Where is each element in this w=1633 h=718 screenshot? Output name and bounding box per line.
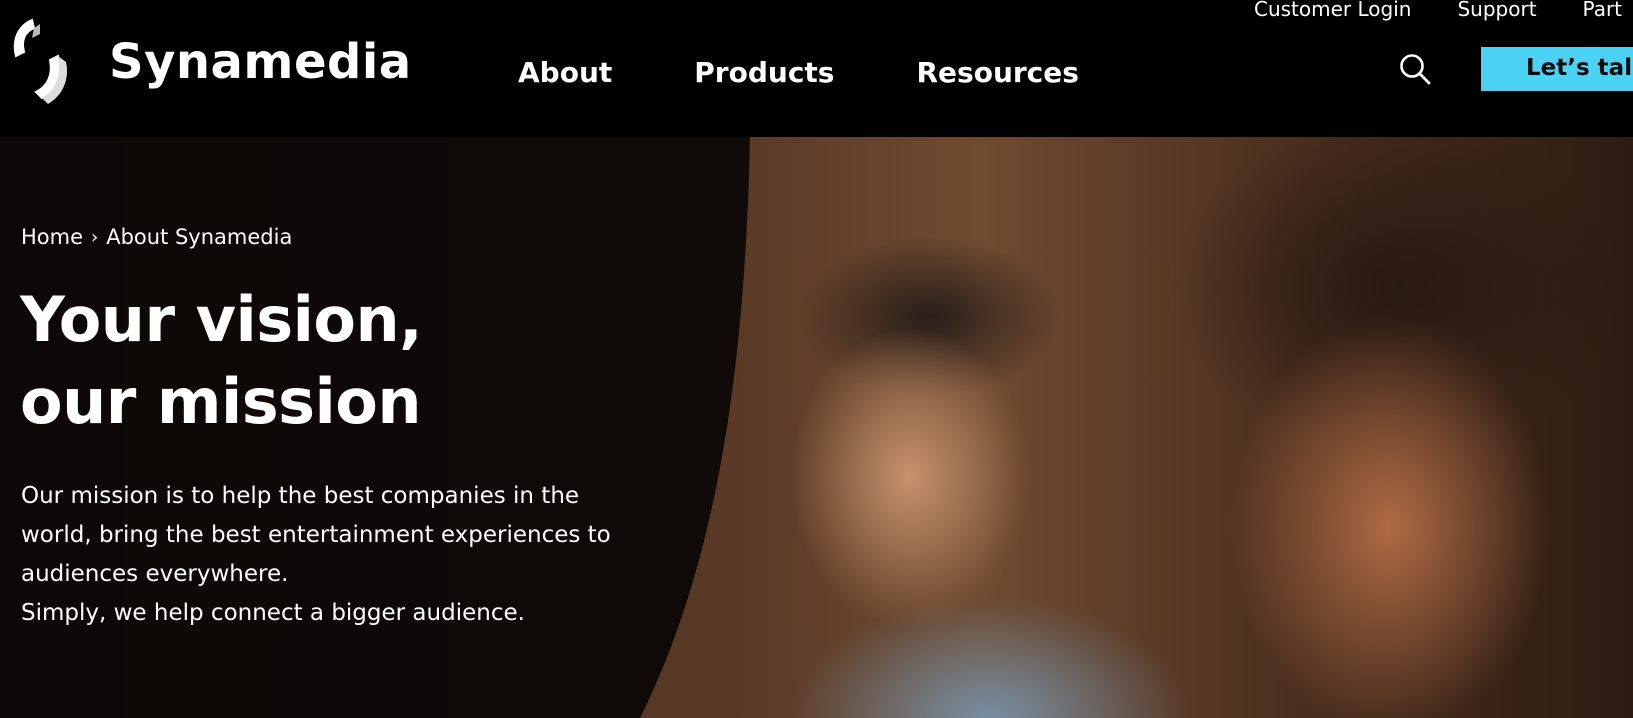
breadcrumb-home-link[interactable]: Home (21, 225, 83, 249)
brand-logo[interactable]: Synamedia (10, 16, 411, 104)
main-nav: About Products Resources (518, 56, 1079, 89)
utility-nav: Customer Login Support Part (1254, 0, 1622, 19)
hero-description-line: Simply, we help connect a bigger audienc… (21, 600, 525, 626)
search-icon[interactable] (1398, 52, 1432, 86)
hero-description-line: Our mission is to help the best companie… (21, 483, 580, 509)
nav-item-about[interactable]: About (518, 56, 612, 89)
hero-description-line: audiences everywhere. (21, 561, 289, 587)
breadcrumb: Home › About Synamedia (21, 225, 292, 249)
customer-login-link[interactable]: Customer Login (1254, 0, 1411, 19)
partners-link[interactable]: Part (1583, 0, 1622, 19)
hero-section: Home › About Synamedia Your vision, our … (0, 137, 1633, 718)
nav-item-products[interactable]: Products (694, 56, 834, 89)
nav-item-resources[interactable]: Resources (916, 56, 1078, 89)
hero-description: Our mission is to help the best companie… (21, 477, 661, 633)
chevron-right-icon: › (91, 226, 99, 248)
page-title-line-1: Your vision, (20, 283, 423, 356)
site-header: Synamedia Customer Login Support Part Ab… (0, 0, 1633, 137)
hero-description-line: world, bring the best entertainment expe… (21, 522, 611, 548)
lets-talk-button[interactable]: Let’s talk (1481, 47, 1633, 91)
page-title: Your vision, our mission (20, 279, 423, 443)
page-title-line-2: our mission (20, 365, 422, 438)
breadcrumb-current: About Synamedia (106, 225, 293, 249)
support-link[interactable]: Support (1457, 0, 1536, 19)
synamedia-logo-icon (13, 18, 68, 104)
brand-name: Synamedia (109, 34, 412, 90)
